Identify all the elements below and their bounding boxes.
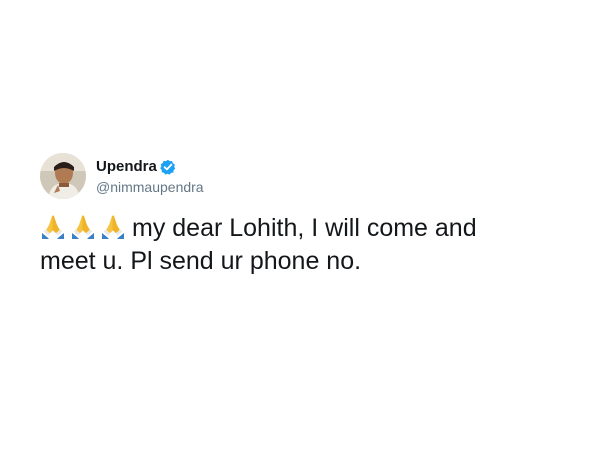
- handle[interactable]: @nimmaupendra: [96, 178, 204, 196]
- author-info: Upendra @nimmaupendra: [96, 157, 204, 196]
- emoji-group: [40, 213, 130, 239]
- tweet-text-line-2: meet u. Pl send ur phone no.: [40, 247, 362, 275]
- folded-hands-icon: [100, 213, 126, 239]
- folded-hands-icon: [70, 213, 96, 239]
- display-name[interactable]: Upendra: [96, 157, 157, 177]
- avatar[interactable]: [40, 153, 86, 199]
- name-row: Upendra: [96, 157, 204, 177]
- folded-hands-icon: [40, 213, 66, 239]
- tweet-text: my dear Lohith, I will come and meet u. …: [40, 212, 560, 278]
- tweet-text-line-1: my dear Lohith, I will come and: [132, 214, 477, 242]
- tweet-header: Upendra @nimmaupendra: [40, 150, 560, 202]
- verified-badge-icon: [160, 159, 176, 175]
- tweet-card: Upendra @nimmaupendra my dear Lohith, I …: [40, 150, 560, 278]
- avatar-image: [40, 153, 86, 199]
